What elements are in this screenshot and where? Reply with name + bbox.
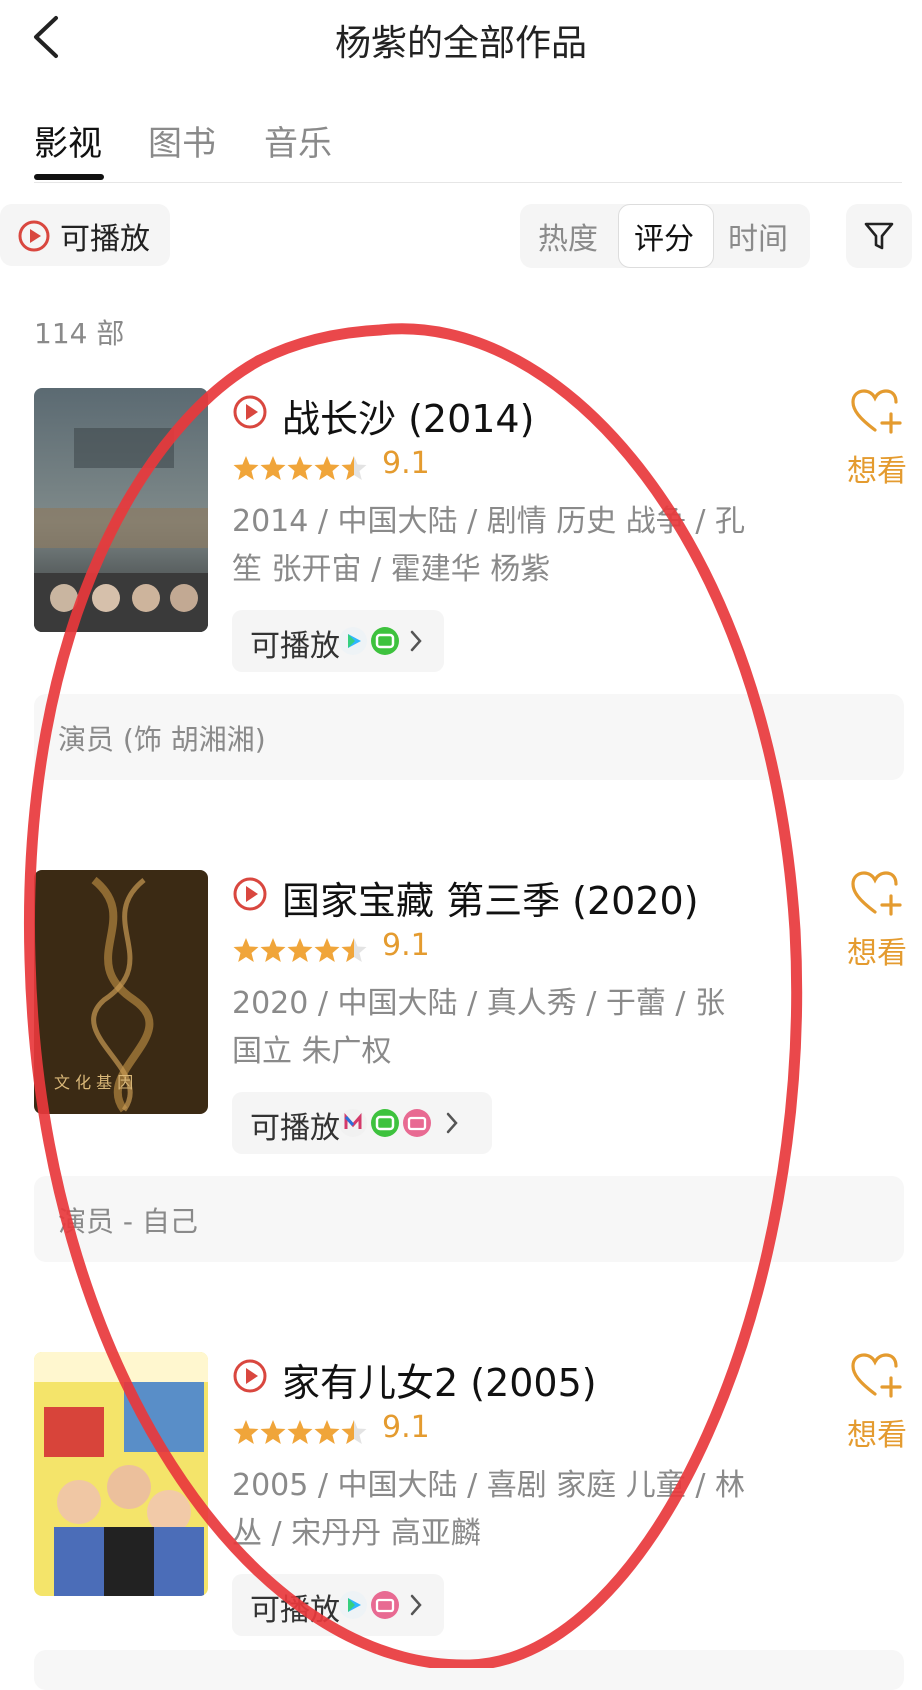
work-title[interactable]: 国家宝藏 第三季 (2020) [232, 870, 699, 925]
mgtv-icon [339, 1109, 367, 1137]
chevron-right-icon [446, 1112, 458, 1134]
page-title: 杨紫的全部作品 [334, 23, 587, 64]
want-to-watch-label: 想看 [847, 1418, 907, 1453]
heart-plus-icon [851, 389, 902, 434]
iqiyi-icon [371, 627, 399, 655]
work-meta: 2014 / 中国大陆 / 剧情 历史 战争 / 孔笙 张开宙 / 霍建华 杨紫 [232, 504, 745, 587]
svg-text:文 化 基 因: 文 化 基 因 [54, 1073, 133, 1092]
funnel-icon [864, 222, 894, 250]
bilibili-icon [371, 1591, 399, 1619]
playable-filter-label: 可播放 [60, 222, 150, 257]
heart-plus-icon [851, 871, 902, 916]
tab-music[interactable]: 音乐 [264, 116, 332, 165]
role-label: 演员 - 自己 [58, 1205, 198, 1238]
sort-option-time[interactable]: 时间 [728, 214, 788, 258]
want-to-watch-label: 想看 [847, 454, 907, 489]
want-to-watch-label: 想看 [847, 936, 907, 971]
playable-label: 可播放 [250, 1593, 340, 1628]
chevron-right-icon [410, 1594, 422, 1616]
work-meta: 2005 / 中国大陆 / 喜剧 家庭 儿童 / 林丛 / 宋丹丹 高亚麟 [232, 1468, 745, 1551]
divider [34, 182, 902, 183]
playable-label: 可播放 [250, 629, 340, 664]
poster-image [34, 388, 208, 632]
sort-option-rating[interactable]: 评分 [634, 214, 694, 258]
playable-label: 可播放 [250, 1111, 340, 1146]
bilibili-icon [403, 1109, 431, 1137]
heart-plus-icon [851, 1353, 902, 1398]
star-rating [233, 456, 367, 480]
filter-button[interactable] [846, 204, 912, 268]
rating-score: 9.1 [382, 928, 430, 963]
role-info [34, 1650, 904, 1690]
star-rating [233, 938, 367, 962]
play-circle-icon [18, 220, 50, 252]
playable-sources-button[interactable]: 可播放 [232, 610, 444, 672]
tab-active-indicator [34, 174, 104, 180]
role-info: 演员 - 自己 [34, 1176, 904, 1262]
poster-image [34, 1352, 208, 1596]
playable-filter-button[interactable]: 可播放 [0, 204, 170, 266]
works-count: 114 部 [34, 317, 125, 350]
poster-image: 文 化 基 因 [34, 870, 208, 1114]
work-title[interactable]: 家有儿女2 (2005) [232, 1352, 597, 1407]
chevron-right-icon [410, 630, 422, 652]
tab-film[interactable]: 影视 [34, 116, 102, 165]
work-meta: 2020 / 中国大陆 / 真人秀 / 于蕾 / 张国立 朱广权 [232, 986, 726, 1069]
star-rating [233, 1420, 367, 1444]
tab-bar: 影视 图书 音乐 [0, 110, 922, 184]
tencent-video-icon [339, 627, 367, 655]
header: 杨紫的全部作品 [0, 0, 922, 74]
role-info: 演员 (饰 胡湘湘) [34, 694, 904, 780]
playable-sources-button[interactable]: 可播放 [232, 1092, 492, 1154]
sort-segmented-control: 热度 评分 时间 [520, 204, 810, 268]
tencent-video-icon [339, 1591, 367, 1619]
iqiyi-icon [371, 1109, 399, 1137]
sort-option-popularity[interactable]: 热度 [538, 214, 598, 258]
role-label: 演员 (饰 胡湘湘) [58, 723, 266, 756]
rating-score: 9.1 [382, 446, 430, 481]
playable-sources-button[interactable]: 可播放 [232, 1574, 444, 1636]
rating-score: 9.1 [382, 1410, 430, 1445]
work-title[interactable]: 战长沙 (2014) [232, 388, 534, 443]
tab-books[interactable]: 图书 [148, 116, 216, 165]
